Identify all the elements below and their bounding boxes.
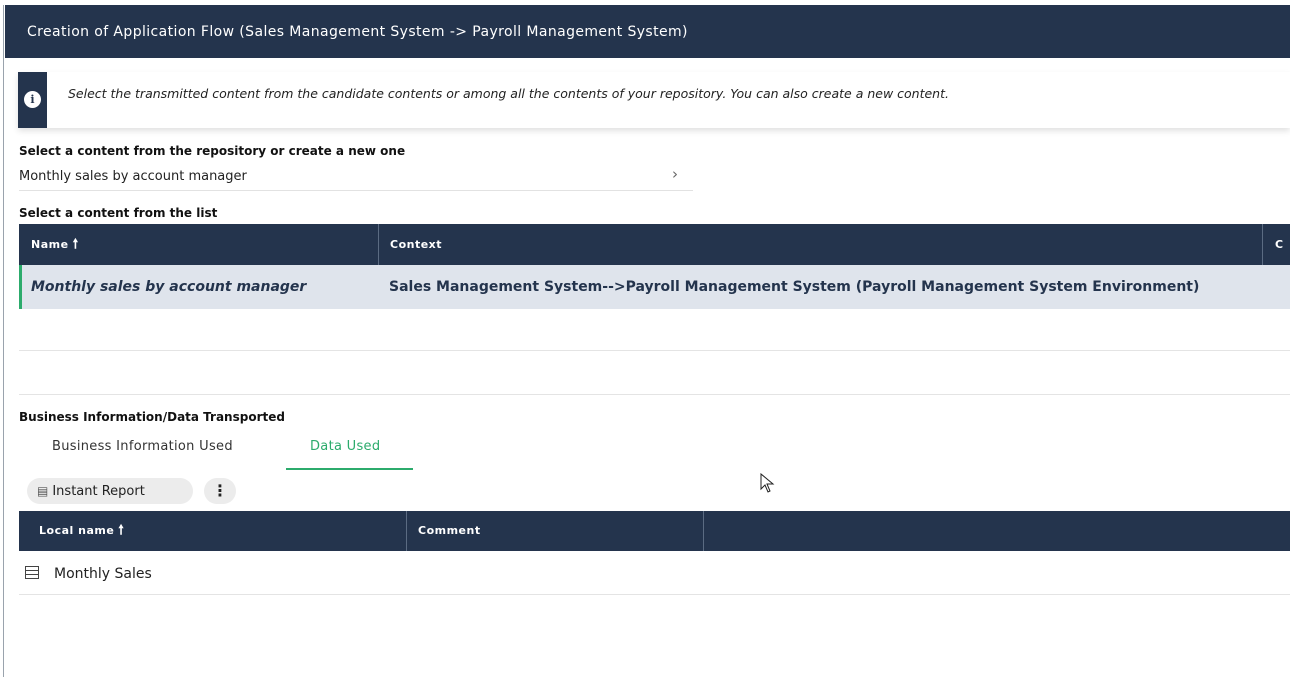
report-icon: ▤ <box>37 484 49 498</box>
vertical-dots-icon: ⋮ <box>212 481 228 500</box>
instant-report-label: Instant Report <box>52 483 145 499</box>
repository-select-underline <box>19 190 693 191</box>
table-row[interactable]: Monthly Sales <box>19 560 1290 594</box>
column-header-comment-label: Comment <box>418 524 481 537</box>
column-header-local-name-label: Local name <box>39 524 115 537</box>
row-context-cell: Sales Management System-->Payroll Manage… <box>389 279 1200 295</box>
grid-bottom-divider <box>19 394 1290 395</box>
content-grid-header: Name 🠕 Context C <box>19 224 1290 265</box>
column-divider[interactable] <box>378 224 379 265</box>
column-header-local-name[interactable]: Local name 🠕 <box>39 511 124 551</box>
repository-label: Select a content from the repository or … <box>19 144 406 158</box>
active-tab-indicator <box>286 468 413 470</box>
window-title: Creation of Application Flow (Sales Mana… <box>27 23 688 40</box>
column-divider[interactable] <box>703 511 704 551</box>
column-header-context[interactable]: Context <box>390 224 442 265</box>
column-header-name[interactable]: Name 🠕 <box>31 224 79 265</box>
info-text: Select the transmitted content from the … <box>68 86 949 101</box>
data-grid-header: Local name 🠕 Comment <box>19 511 1290 551</box>
local-name-cell: Monthly Sales <box>54 566 152 582</box>
info-banner: i Select the transmitted content from th… <box>18 72 1290 128</box>
info-icon: i <box>24 91 41 108</box>
chevron-right-icon[interactable]: › <box>672 165 678 183</box>
column-divider[interactable] <box>1262 224 1263 265</box>
column-header-comment[interactable]: Comment <box>418 511 481 551</box>
list-label: Select a content from the list <box>19 206 218 220</box>
sort-ascending-icon: 🠕 <box>118 523 125 538</box>
window-titlebar: Creation of Application Flow (Sales Mana… <box>5 5 1290 58</box>
row-name-cell: Monthly sales by account manager <box>31 279 307 295</box>
column-divider[interactable] <box>406 511 407 551</box>
sort-ascending-icon: 🠕 <box>72 237 79 252</box>
grid-row-divider <box>19 594 1290 595</box>
column-header-name-label: Name <box>31 238 69 251</box>
info-strip: i <box>18 72 47 128</box>
grid-row-divider <box>19 350 1290 351</box>
tab-business-information-used[interactable]: Business Information Used <box>52 439 233 454</box>
instant-report-button[interactable]: ▤ Instant Report <box>27 478 193 504</box>
business-data-label: Business Information/Data Transported <box>19 410 285 424</box>
mouse-cursor-icon <box>760 473 775 493</box>
column-header-context-label: Context <box>390 238 443 251</box>
repository-select-value[interactable]: Monthly sales by account manager <box>19 169 247 184</box>
table-row-selected[interactable]: Monthly sales by account manager Sales M… <box>19 265 1290 309</box>
window-frame-left <box>3 5 4 677</box>
column-header-third[interactable]: C <box>1275 224 1284 265</box>
table-icon <box>25 566 39 579</box>
more-options-button[interactable]: ⋮ <box>204 478 236 504</box>
tab-data-used[interactable]: Data Used <box>310 439 380 454</box>
column-header-third-label: C <box>1275 238 1284 251</box>
